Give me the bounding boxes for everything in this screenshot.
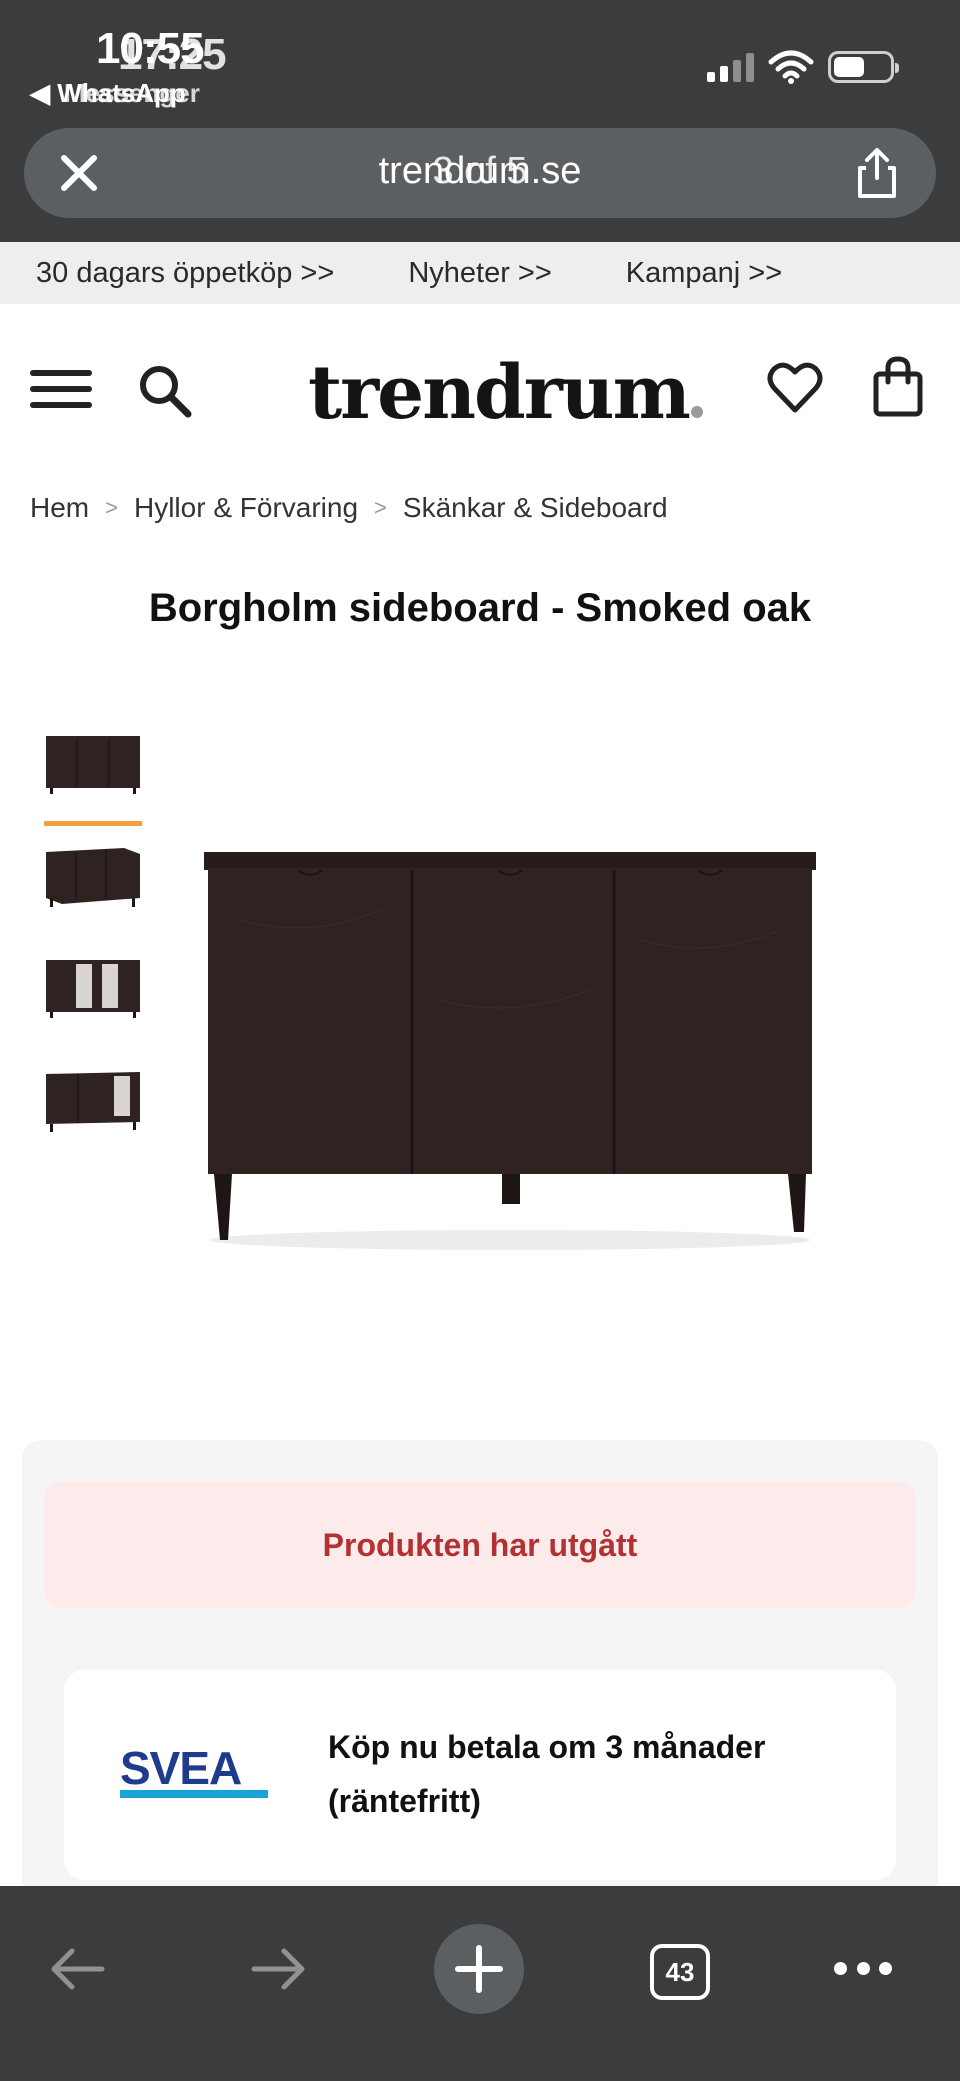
svea-payment-option[interactable]: SVEA Köp nu betala om 3 månader (räntefr… (64, 1670, 896, 1880)
product-status-card: Produkten har utgått SVEA Köp nu betala … (22, 1440, 938, 1900)
site-header: trendrum (0, 304, 960, 474)
thumbnail-list (44, 730, 144, 1178)
breadcrumb-separator: > (105, 495, 118, 520)
back-to-app-link[interactable]: ◀ WhatsApp Messenger (30, 78, 200, 109)
cellular-signal-icon (707, 52, 754, 82)
thumbnail-image-1[interactable] (44, 730, 142, 826)
more-options-icon[interactable] (834, 1958, 892, 1978)
tab-switcher-button[interactable]: 43 (650, 1944, 710, 2000)
back-app-overlay-label: Messenger (64, 78, 200, 108)
share-icon[interactable] (852, 146, 902, 200)
svea-payment-text: Köp nu betala om 3 månader (räntefritt) (328, 1729, 766, 1819)
promo-strip: 30 dagars öppetköp >> Nyheter >> Kampanj… (0, 242, 960, 304)
thumbnail-image-2[interactable] (44, 842, 142, 912)
breadcrumb-shelves-storage[interactable]: Hyllor & Förvaring (134, 492, 358, 524)
promo-link-news[interactable]: Nyheter >> (408, 257, 551, 290)
new-tab-button[interactable] (434, 1924, 524, 2014)
promo-link-open-purchase[interactable]: 30 dagars öppetköp >> (36, 257, 334, 290)
status-icons (707, 50, 899, 84)
thumbnail-image-3[interactable] (44, 954, 142, 1024)
search-icon[interactable] (136, 362, 194, 420)
wifi-icon (768, 50, 814, 84)
status-time-overlay: 17:25 (118, 30, 227, 79)
battery-icon (828, 51, 899, 83)
browser-bottom-toolbar: 43 (0, 1886, 960, 2081)
svea-logo-text: SVEA (120, 1744, 241, 1794)
site-logo[interactable]: trendrum (308, 350, 703, 436)
forward-arrow-icon[interactable] (248, 1944, 310, 1994)
breadcrumb: Hem > Hyllor & Förvaring > Skänkar & Sid… (30, 492, 668, 524)
product-main-image[interactable] (180, 800, 840, 1260)
svea-logo: SVEA (120, 1744, 268, 1798)
breadcrumb-home[interactable]: Hem (30, 492, 89, 524)
page-counter-overlay: 3 of 5 (432, 150, 528, 192)
heart-icon[interactable] (766, 360, 824, 414)
open-tabs-count: 43 (665, 1956, 695, 1987)
thumbnail-image-4[interactable] (44, 1066, 142, 1136)
url-display[interactable]: trendrum.se 3 of 5 (24, 150, 936, 193)
back-triangle-icon: ◀ (30, 78, 58, 108)
plus-icon (455, 1945, 503, 1993)
back-arrow-icon[interactable] (46, 1944, 108, 1994)
browser-top-chrome: 10:55 17:25 ◀ WhatsApp Messenger trendru… (0, 0, 960, 242)
breadcrumb-separator: > (374, 495, 387, 520)
logo-text: trendrum (308, 350, 691, 436)
logo-dot (690, 406, 703, 418)
shopping-bag-icon[interactable] (872, 356, 924, 418)
product-title: Borgholm sideboard - Smoked oak (148, 586, 812, 630)
breadcrumb-sideboards[interactable]: Skänkar & Sideboard (403, 492, 668, 524)
menu-icon[interactable] (30, 370, 92, 414)
promo-link-campaign[interactable]: Kampanj >> (626, 257, 782, 290)
discontinued-notice: Produkten har utgått (44, 1482, 916, 1608)
address-bar[interactable]: trendrum.se 3 of 5 (24, 128, 936, 218)
